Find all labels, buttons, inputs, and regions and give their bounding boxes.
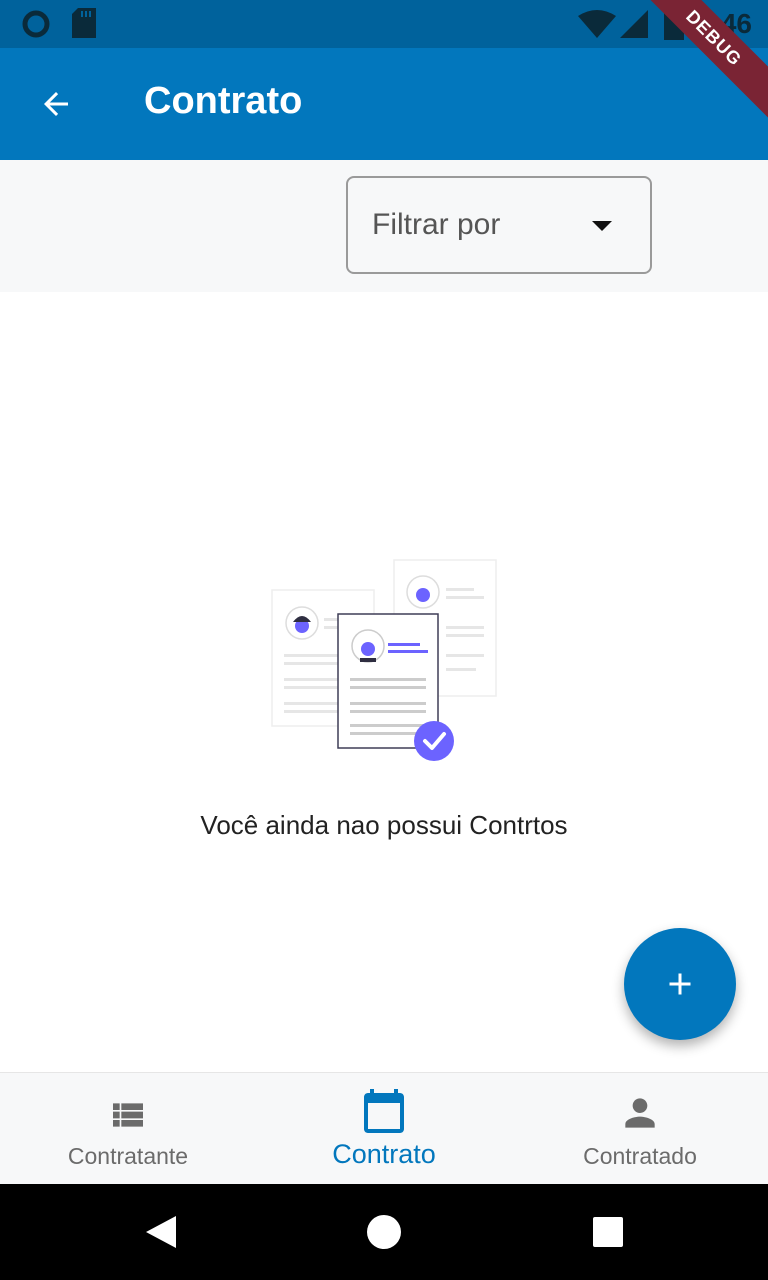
wifi-icon bbox=[578, 10, 616, 38]
nav-item-contrato[interactable]: Contrato bbox=[256, 1073, 512, 1185]
list-icon bbox=[113, 1103, 143, 1127]
system-navigation-bar bbox=[0, 1184, 768, 1280]
check-badge-icon bbox=[414, 721, 454, 761]
filter-area: Filtrar por bbox=[0, 160, 768, 292]
system-recents-icon[interactable] bbox=[592, 1216, 624, 1248]
documents-checked-illustration bbox=[271, 559, 497, 761]
nav-item-contratado[interactable]: Contratado bbox=[512, 1073, 768, 1185]
bottom-navigation: Contratante Contrato Contratado bbox=[0, 1072, 768, 1185]
back-button[interactable] bbox=[24, 76, 88, 132]
empty-state-message: Você ainda nao possui Contrtos bbox=[200, 810, 568, 840]
plus-icon bbox=[669, 973, 691, 995]
system-home-icon[interactable] bbox=[366, 1214, 402, 1250]
calendar-icon bbox=[364, 1089, 404, 1133]
status-bar: 8:46 bbox=[0, 0, 768, 48]
dropdown-arrow-icon bbox=[592, 221, 612, 231]
nav-label-contrato: Contrato bbox=[332, 1139, 436, 1169]
add-contract-button[interactable] bbox=[624, 928, 736, 1040]
system-back-icon[interactable] bbox=[144, 1214, 178, 1250]
signal-icon bbox=[620, 10, 648, 38]
sd-card-icon bbox=[72, 8, 96, 38]
filter-dropdown[interactable]: Filtrar por bbox=[346, 176, 652, 274]
arrow-back-icon bbox=[44, 92, 68, 116]
person-icon bbox=[625, 1098, 655, 1128]
nav-label-contratante: Contratante bbox=[67, 1143, 189, 1169]
filter-placeholder: Filtrar por bbox=[372, 208, 501, 241]
app-bar: Contrato bbox=[0, 48, 768, 160]
page-title: Contrato bbox=[144, 80, 303, 122]
nav-label-contratado: Contratado bbox=[583, 1143, 697, 1169]
nav-item-contratante[interactable]: Contratante bbox=[0, 1073, 256, 1185]
circle-status-icon bbox=[22, 10, 50, 38]
